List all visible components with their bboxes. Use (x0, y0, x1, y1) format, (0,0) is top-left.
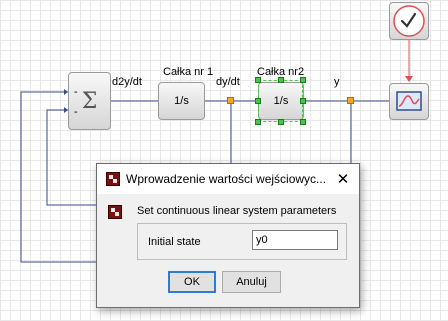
parameter-group: Initial state (137, 223, 347, 260)
selection-handle[interactable] (278, 77, 284, 83)
split-point[interactable] (227, 97, 234, 104)
integrator-1-label: 1/s (174, 95, 189, 107)
selection-handle[interactable] (255, 98, 261, 104)
close-icon[interactable]: ✕ (331, 167, 355, 191)
sum-block[interactable]: - - Σ (68, 72, 111, 130)
initial-state-label: Initial state (148, 236, 201, 248)
parameters-dialog: Wprowadzenie wartości wejściowyc... ✕ Se… (96, 163, 360, 308)
selection-handle[interactable] (300, 119, 306, 125)
sum-minus-bottom: - (74, 106, 78, 118)
dialog-titlebar[interactable]: Wprowadzenie wartości wejściowyc... ✕ (97, 164, 359, 194)
dialog-title: Wprowadzenie wartości wejściowyc... (126, 172, 327, 186)
selection-handle[interactable] (255, 77, 261, 83)
cancel-button[interactable]: Anuluj (222, 271, 281, 293)
sum-minus-top: - (74, 86, 78, 98)
selection-handle[interactable] (300, 77, 306, 83)
ok-button[interactable]: OK (168, 271, 216, 293)
label-dydt: dy/dt (216, 76, 240, 88)
xcos-app-icon (106, 172, 120, 186)
sigma-icon: Σ (81, 88, 98, 114)
initial-state-input[interactable] (252, 230, 338, 250)
clock-icon (393, 5, 425, 37)
scilab-icon (108, 205, 122, 219)
label-integrator1-title: Całka nr 1 (163, 66, 214, 78)
selection-handle[interactable] (255, 119, 261, 125)
dialog-heading: Set continuous linear system parameters (137, 205, 337, 217)
integrator-block-1[interactable]: 1/s (158, 82, 205, 120)
split-point[interactable] (347, 97, 354, 104)
selection-handle[interactable] (278, 119, 284, 125)
clock-block[interactable] (389, 2, 429, 40)
scope-icon (396, 91, 422, 111)
scope-block[interactable] (389, 83, 429, 120)
selection-handle[interactable] (300, 98, 306, 104)
selection-box (258, 80, 303, 122)
label-d2ydt: d2y/dt (112, 76, 142, 88)
label-y: y (334, 76, 340, 88)
